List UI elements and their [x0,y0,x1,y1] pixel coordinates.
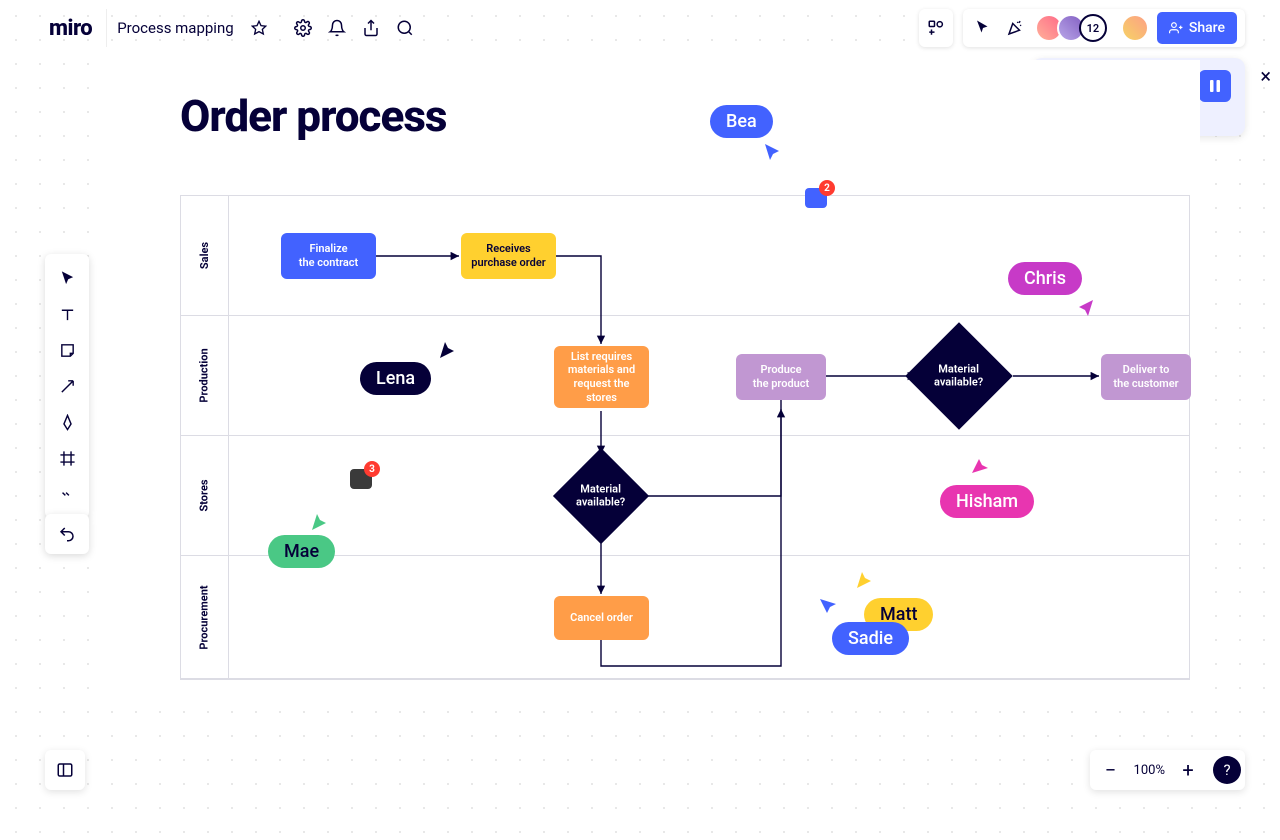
board-title[interactable]: Process mapping [106,9,285,47]
presentation-controls: 12 Share [963,9,1245,47]
zoom-controls: − 100% + ? [1090,750,1245,790]
lane-production: Production [181,316,1189,436]
node-cancel[interactable]: Cancel order [554,596,649,640]
user-pill-mae: Mae [268,535,335,568]
share-label: Share [1189,20,1225,36]
cursor-icon [763,142,783,162]
cursor-icon [970,455,990,475]
top-bar: miro Process mapping 12 [35,8,1245,48]
star-icon[interactable] [242,11,276,45]
zoom-out-button[interactable]: − [1094,753,1128,787]
cursor-tool-icon[interactable] [971,11,995,45]
lane-label: Production [198,348,211,402]
user-pill-lena: Lena [360,362,431,395]
close-icon[interactable]: × [1260,64,1271,88]
user-pill-bea: Bea [710,105,773,138]
node-list[interactable]: List requires materials and request the … [554,346,649,408]
user-pill-sadie: Sadie [832,622,909,655]
search-icon[interactable] [388,11,422,45]
sticky-tool[interactable] [49,332,85,368]
apps-button[interactable] [919,9,953,47]
cursor-icon [1075,298,1095,318]
comment-badge: 3 [364,461,380,477]
help-button[interactable]: ? [1213,756,1241,784]
select-tool[interactable] [49,260,85,296]
frame-tool[interactable] [49,440,85,476]
lane-procurement: Procurement [181,556,1189,679]
zoom-level[interactable]: 100% [1130,763,1169,778]
collaborator-avatars[interactable]: 12 [1035,14,1107,42]
toolbox [45,254,89,518]
avatar-overflow[interactable]: 12 [1079,14,1107,42]
lane-label: Stores [198,479,211,511]
cursor-icon [310,512,330,532]
lane-label: Procurement [198,585,211,649]
node-finalize[interactable]: Finalize the contract [281,233,376,279]
diagram-title: Order process [180,90,1200,142]
node-deliver[interactable]: Deliver to the customer [1101,354,1191,400]
lane-stores: Stores [181,436,1189,556]
user-pill-hisham: Hisham [940,485,1034,518]
settings-icon[interactable] [286,11,320,45]
cursor-icon [818,597,838,617]
comment-badge: 2 [819,180,835,196]
minimap-button[interactable] [45,750,85,790]
undo-button[interactable] [45,514,89,554]
comment-icon[interactable]: 3 [350,469,372,489]
bell-icon[interactable] [320,11,354,45]
timer-pause-button[interactable] [1199,70,1231,102]
pen-tool[interactable] [49,404,85,440]
current-user-avatar[interactable] [1121,14,1149,42]
cursor-icon [855,570,875,590]
comment-icon[interactable]: 2 [805,188,827,208]
zoom-in-button[interactable]: + [1171,753,1205,787]
more-tools[interactable] [49,476,85,512]
export-icon[interactable] [354,11,388,45]
logo[interactable]: miro [35,16,106,41]
board-title-text: Process mapping [117,19,233,37]
node-produce[interactable]: Produce the product [736,354,826,400]
cursor-icon [438,340,458,360]
user-pill-chris: Chris [1008,262,1082,295]
celebrate-icon[interactable] [1003,11,1027,45]
top-bar-right: 12 Share [919,9,1245,47]
node-receives[interactable]: Receives purchase order [461,233,556,279]
lane-label: Sales [198,242,211,269]
arrow-tool[interactable] [49,368,85,404]
text-tool[interactable] [49,296,85,332]
share-button[interactable]: Share [1157,12,1237,44]
board-frame[interactable]: Order process Sales Production Stores Pr… [110,60,1200,690]
